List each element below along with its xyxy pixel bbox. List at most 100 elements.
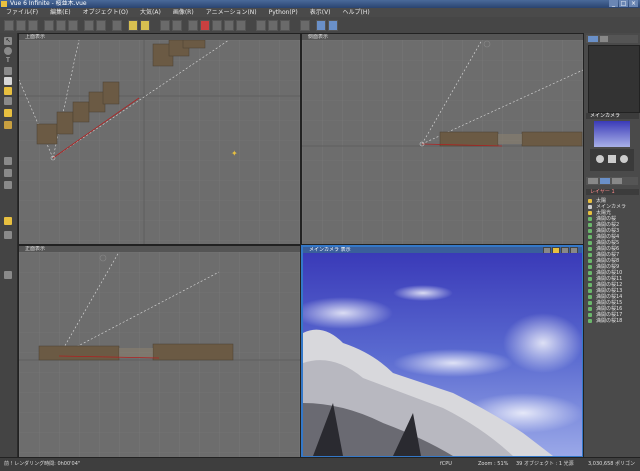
plant-icon <box>588 295 592 299</box>
menu-help[interactable]: ヘルプ(H) <box>337 8 376 17</box>
rock-icon[interactable] <box>4 97 12 105</box>
right-panel: メインカメラ レイヤー 1 太陽 メインカメラ 太陽光 満開の桜 満開の桜2 満… <box>583 33 640 457</box>
viewport-top[interactable]: 上面表示 ✦ <box>18 33 301 245</box>
menu-atmosphere[interactable]: 大気(A) <box>134 8 167 17</box>
menu-object[interactable]: オブジェクト(O) <box>77 8 134 17</box>
sun-marker-icon[interactable]: ✦ <box>231 149 238 158</box>
delete-icon[interactable] <box>112 20 122 31</box>
tab-materials-icon[interactable] <box>612 178 622 184</box>
group-icon[interactable] <box>4 157 12 165</box>
undo-icon[interactable] <box>84 20 94 31</box>
plant-icon <box>588 283 592 287</box>
plant-icon <box>588 223 592 227</box>
metablob-icon[interactable] <box>4 181 12 189</box>
fps-label: fCPU <box>440 461 452 467</box>
render-preview-icon[interactable] <box>160 20 170 31</box>
save-icon[interactable] <box>28 20 38 31</box>
app-icon <box>1 1 7 7</box>
tab-objects-icon[interactable] <box>600 178 610 184</box>
view-options-icon[interactable] <box>328 20 338 31</box>
menu-view[interactable]: 表示(V) <box>304 8 337 17</box>
layer-header[interactable]: レイヤー 1 <box>586 189 639 195</box>
plant-icon <box>588 235 592 239</box>
zoom-level: Zoom : 51% <box>478 461 509 467</box>
minimize-button[interactable]: _ <box>609 0 618 7</box>
point-icon[interactable] <box>236 20 246 31</box>
light-icon <box>588 211 592 215</box>
light-icon[interactable] <box>4 109 12 117</box>
align-icon[interactable] <box>300 20 310 31</box>
text-icon[interactable]: T <box>4 57 12 65</box>
menu-animation[interactable]: アニメーション(N) <box>200 8 263 17</box>
plant-icon <box>588 229 592 233</box>
dot-icon[interactable] <box>212 20 222 31</box>
list-item[interactable]: 満開の桜18 <box>588 318 639 324</box>
viewport-front-canvas[interactable] <box>19 252 300 457</box>
maximize-button[interactable]: □ <box>619 0 628 7</box>
sun-light-icon[interactable] <box>4 217 12 225</box>
camera-icon <box>588 205 592 209</box>
plant-icon <box>588 265 592 269</box>
plant-icon[interactable] <box>4 87 12 95</box>
atmosphere-icon[interactable] <box>128 20 138 31</box>
sun-icon <box>588 199 592 203</box>
panel-options-icon[interactable] <box>600 36 608 42</box>
plant-icon <box>588 241 592 245</box>
menu-render[interactable]: 画像(R) <box>167 8 200 17</box>
menu-file[interactable]: ファイル(F) <box>0 8 44 17</box>
material-icon[interactable] <box>188 20 198 31</box>
copy-icon[interactable] <box>56 20 66 31</box>
viewport-top-canvas[interactable]: ✦ <box>19 40 300 244</box>
cloud-icon[interactable] <box>4 77 12 85</box>
object-count: 39 オブジェクト : 1 光源 <box>516 461 574 467</box>
brush-icon[interactable] <box>4 121 12 129</box>
paste-icon[interactable] <box>68 20 78 31</box>
camera-thumbnail <box>594 121 630 147</box>
zoom-icon[interactable] <box>4 271 12 279</box>
title-bar: Vue 6 Infinite - 桜並木.vue _ □ × <box>0 0 640 8</box>
camera-controls <box>590 149 634 171</box>
grid-icon[interactable] <box>268 20 278 31</box>
select-icon[interactable]: ↖ <box>4 37 12 45</box>
viewport-side[interactable]: 側面表示 <box>301 33 584 245</box>
tab-world-icon[interactable] <box>588 178 598 184</box>
pan-icon[interactable] <box>596 155 604 163</box>
plant-icon <box>588 271 592 275</box>
sun-icon[interactable] <box>140 20 150 31</box>
panel-view-icon[interactable] <box>588 36 598 42</box>
toolbar <box>0 17 640 34</box>
menu-edit[interactable]: 編集(E) <box>44 8 76 17</box>
viewport-layout-icon[interactable] <box>316 20 326 31</box>
open-file-icon[interactable] <box>16 20 26 31</box>
camera-panel-title: メインカメラ <box>586 113 639 119</box>
target-icon[interactable] <box>224 20 234 31</box>
plant-icon <box>588 301 592 305</box>
plant-icon <box>588 247 592 251</box>
viewport-camera[interactable]: メインカメラ 表示 <box>301 245 584 458</box>
sphere-icon[interactable] <box>4 47 12 55</box>
left-toolbar: ↖ T <box>0 33 18 457</box>
layers-icon[interactable] <box>280 20 290 31</box>
redo-icon[interactable] <box>96 20 106 31</box>
plant-icon <box>588 319 592 323</box>
terrain-icon[interactable] <box>4 67 12 75</box>
boolean-icon[interactable] <box>4 169 12 177</box>
object-list: 太陽 メインカメラ 太陽光 満開の桜 満開の桜2 満開の桜3 満開の桜4 満開の… <box>588 198 639 324</box>
plant-icon <box>588 259 592 263</box>
plant-icon <box>588 253 592 257</box>
new-file-icon[interactable] <box>4 20 14 31</box>
viewport-front[interactable]: 正面表示 <box>18 245 301 458</box>
color-icon[interactable] <box>200 20 210 31</box>
camera-render <box>303 253 582 456</box>
cut-icon[interactable] <box>44 20 54 31</box>
render-icon[interactable] <box>172 20 182 31</box>
polygon-count: 3,030,658 ポリゴン <box>588 461 636 467</box>
close-button[interactable]: × <box>629 0 638 7</box>
window-title: Vue 6 Infinite - 桜並木.vue <box>10 0 87 7</box>
camera-icon[interactable] <box>4 231 12 239</box>
layout-icon[interactable] <box>256 20 266 31</box>
camera-move-icon[interactable] <box>608 155 616 163</box>
menu-python[interactable]: Python(P) <box>263 8 304 17</box>
viewport-side-canvas[interactable] <box>302 40 583 244</box>
orbit-icon[interactable] <box>620 155 628 163</box>
